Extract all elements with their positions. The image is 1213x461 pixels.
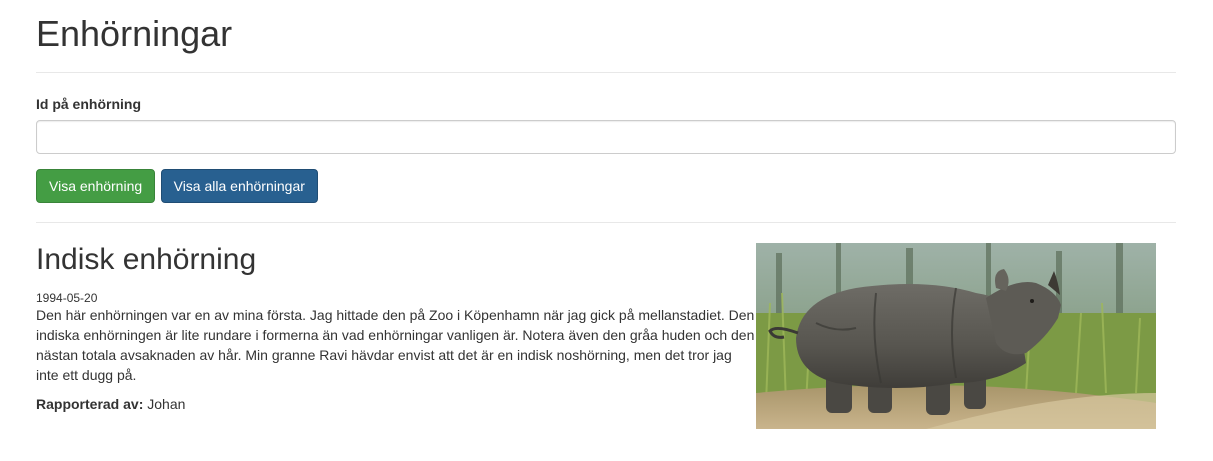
main-container: Enhörningar Id på enhörning Visa enhörni… — [36, 0, 1176, 453]
show-unicorn-button[interactable]: Visa enhörning — [36, 169, 156, 203]
unicorn-image — [756, 243, 1156, 429]
page-title: Enhörningar — [36, 13, 233, 54]
show-all-unicorns-button[interactable]: Visa alla enhörningar — [160, 169, 318, 203]
reporter-name: Johan — [147, 396, 186, 412]
unicorn-detail: Indisk enhörning 1994-05-20 Den här enhö… — [36, 223, 1176, 453]
id-field-label: Id på enhörning — [36, 96, 141, 112]
unicorn-name: Indisk enhörning — [36, 243, 257, 276]
reporter: Rapporterad av: Johan — [36, 394, 756, 414]
unicorn-id-input[interactable] — [36, 120, 1176, 154]
unicorn-date: 1994-05-20 — [36, 291, 98, 305]
unicorn-description: Den här enhörningen var en av mina först… — [36, 307, 755, 383]
reporter-label: Rapporterad av: — [36, 396, 144, 412]
rhinoceros-photo — [756, 243, 1156, 429]
divider — [36, 72, 1176, 73]
button-row: Visa enhörning Visa alla enhörningar — [36, 169, 1176, 203]
unicorn-info: Indisk enhörning 1994-05-20 Den här enhö… — [36, 223, 756, 414]
